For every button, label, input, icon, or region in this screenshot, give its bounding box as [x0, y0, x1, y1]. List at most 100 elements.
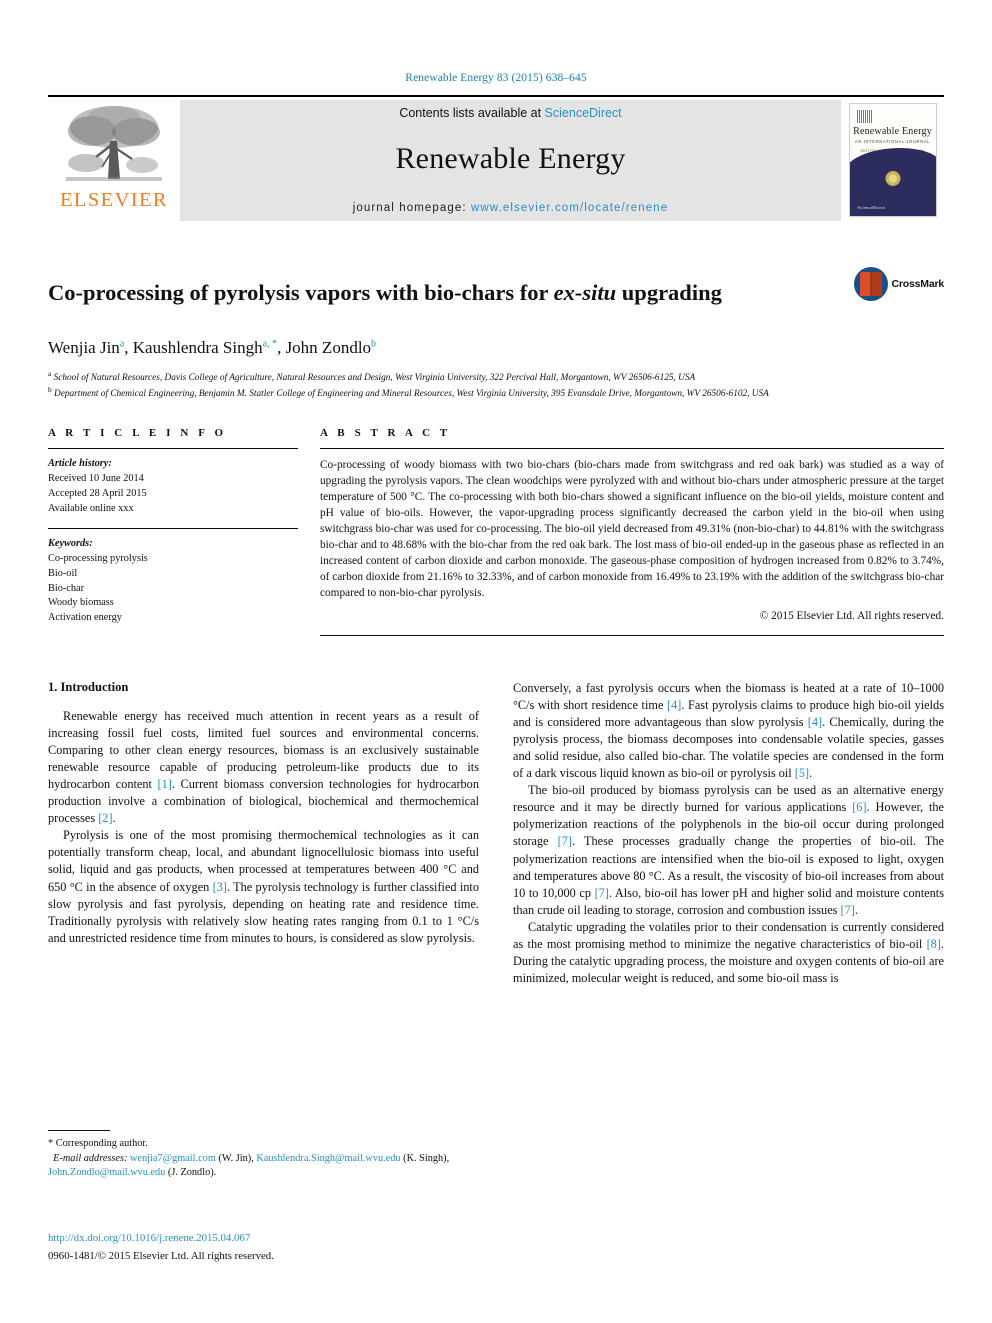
author-3: John Zondlob — [286, 338, 376, 357]
history-accepted: Accepted 28 April 2015 — [48, 487, 147, 499]
issn-copyright-line: 0960-1481/© 2015 Elsevier Ltd. All right… — [48, 1250, 274, 1262]
author-1: Wenjia Jina — [48, 338, 124, 357]
affiliation-a-mark: a — [48, 369, 52, 379]
abstract-rule — [320, 448, 944, 450]
email-owner-2: (K. Singh), — [400, 1152, 450, 1164]
citation-link[interactable]: [4] — [667, 698, 681, 712]
body-column-right: Conversely, a fast pyrolysis occurs when… — [513, 680, 944, 986]
author-2: Kaushlendra Singha, * — [133, 338, 277, 357]
email-link-3[interactable]: John.Zondlo@mail.wvu.edu — [48, 1167, 165, 1178]
article-info-heading: A R T I C L E I N F O — [48, 427, 227, 440]
email-addresses-line: E-mail addresses: wenjia7@gmail.com (W. … — [48, 1152, 486, 1181]
body-columns: 1. Introduction Renewable energy has rec… — [48, 680, 944, 986]
contents-prefix: Contents lists available at — [399, 105, 545, 120]
citation-link[interactable]: [5] — [795, 766, 809, 780]
cover-emblem-icon — [885, 171, 900, 186]
article-history-label: Article history: — [48, 458, 112, 470]
affiliation-a-text: School of Natural Resources, Davis Colle… — [53, 373, 696, 384]
author-2-marks: a, * — [262, 338, 278, 350]
running-head: Renewable Energy 83 (2015) 638–645 — [405, 72, 587, 84]
email-owner-3: (J. Zondlo). — [165, 1167, 217, 1179]
email-label: E-mail addresses: — [53, 1152, 128, 1164]
affiliation-b: b Department of Chemical Engineering, Be… — [48, 385, 944, 401]
affiliations: a School of Natural Resources, Davis Col… — [48, 369, 944, 401]
keyword-item: Woody biomass — [48, 597, 114, 609]
citation-link[interactable]: [6] — [852, 800, 866, 814]
email-link-1[interactable]: wenjia7@gmail.com — [130, 1153, 216, 1164]
title-italic-part: ex-situ — [553, 280, 617, 306]
footnote-text: * Corresponding author. E-mail addresses… — [48, 1137, 486, 1181]
cover-subtitle: AN INTERNATIONAL JOURNAL — [854, 139, 931, 144]
cover-title: Renewable Energy — [853, 126, 932, 137]
keywords-label: Keywords: — [48, 537, 93, 549]
title-main: Co-processing of pyrolysis vapors with b… — [48, 280, 554, 306]
paragraph: The bio-oil produced by biomass pyrolysi… — [513, 783, 944, 917]
info-abstract-block: A R T I C L E I N F O Article history: R… — [48, 427, 944, 637]
elsevier-wordmark: ELSEVIER — [60, 189, 168, 211]
citation-link[interactable]: [8] — [927, 937, 941, 951]
author-list: Wenjia Jina, Kaushlendra Singha, *, John… — [48, 338, 377, 358]
article-info-rule — [48, 448, 298, 450]
journal-homepage-line: journal homepage: www.elsevier.com/locat… — [353, 202, 669, 214]
abstract-column: A B S T R A C T Co-processing of woody b… — [320, 427, 944, 637]
citation-link[interactable]: [7] — [595, 886, 609, 900]
abstract-text: Co-processing of woody biomass with two … — [320, 459, 944, 600]
sciencedirect-link[interactable]: ScienceDirect — [545, 106, 622, 120]
abstract-copyright: © 2015 Elsevier Ltd. All rights reserved… — [759, 610, 944, 623]
cover-barcode-icon — [856, 110, 873, 123]
article-info-column: A R T I C L E I N F O Article history: R… — [48, 427, 298, 636]
history-available: Available online xxx — [48, 502, 134, 514]
author-3-name: John Zondlo — [285, 338, 372, 358]
title-tail: upgrading — [616, 280, 722, 306]
citation-link[interactable]: [7] — [841, 903, 855, 917]
paragraph: Catalytic upgrading the volatiles prior … — [513, 919, 944, 985]
elsevier-tree-icon — [66, 106, 162, 181]
citation-link[interactable]: [1] — [158, 777, 172, 791]
abstract-bottom-rule — [320, 635, 944, 637]
citation-link[interactable]: [3] — [213, 880, 227, 894]
title-row: Co-processing of pyrolysis vapors with b… — [48, 265, 944, 321]
keywords-list: Keywords: Co-processing pyrolysis Bio-oi… — [48, 537, 298, 627]
history-received: Received 10 June 2014 — [48, 472, 144, 484]
crossmark-label: CrossMark — [891, 278, 945, 290]
crossmark-icon — [853, 267, 888, 301]
corresponding-author-note: * Corresponding author. — [48, 1138, 148, 1149]
email-owner-1: (W. Jin), — [215, 1152, 257, 1164]
keyword-item: Activation energy — [48, 612, 122, 624]
journal-cover-thumbnail: Renewable Energy AN INTERNATIONAL JOURNA… — [841, 97, 944, 223]
footnote-block: * Corresponding author. E-mail addresses… — [48, 1130, 486, 1181]
citation-link[interactable]: [7] — [558, 834, 572, 848]
keywords-rule — [48, 527, 298, 529]
crossmark-badge[interactable]: CrossMark — [853, 267, 945, 301]
affiliation-b-text: Department of Chemical Engineering, Benj… — [54, 389, 769, 400]
affiliation-b-mark: b — [48, 385, 52, 395]
cover-image: Renewable Energy AN INTERNATIONAL JOURNA… — [848, 103, 937, 217]
doi-link[interactable]: http://dx.doi.org/10.1016/j.renene.2015.… — [48, 1232, 250, 1244]
email-link-2[interactable]: Kaushlendra.Singh@mail.wvu.edu — [256, 1153, 400, 1164]
section-heading-introduction: 1. Introduction — [48, 680, 129, 695]
abstract-heading: A B S T R A C T — [320, 427, 451, 440]
citation-link[interactable]: [4] — [808, 715, 822, 729]
journal-masthead: ELSEVIER Contents lists available at Sci… — [48, 95, 944, 223]
journal-homepage-link[interactable]: www.elsevier.com/locate/renene — [471, 202, 668, 214]
homepage-prefix: journal homepage: — [352, 201, 471, 214]
page-title: Co-processing of pyrolysis vapors with b… — [48, 280, 854, 306]
paper-page: Renewable Energy 83 (2015) 638–645 ELSEV… — [0, 0, 992, 1323]
author-2-name: Kaushlendra Singh — [132, 338, 263, 358]
cover-footer-text: ScienceDirect — [857, 205, 886, 210]
contents-available-line: Contents lists available at ScienceDirec… — [399, 106, 621, 120]
author-3-marks: b — [371, 338, 377, 350]
author-1-name: Wenjia Jin — [48, 338, 120, 358]
paragraph: Conversely, a fast pyrolysis occurs when… — [513, 681, 944, 781]
citation-link[interactable]: [2] — [98, 811, 112, 825]
paragraph: Renewable energy has received much atten… — [48, 709, 479, 826]
paragraph: Pyrolysis is one of the most promising t… — [48, 828, 480, 945]
keyword-item: Co-processing pyrolysis — [48, 552, 148, 564]
journal-title: Renewable Energy — [395, 141, 626, 175]
body-column-left: 1. Introduction Renewable energy has rec… — [48, 680, 479, 986]
footnote-rule — [48, 1130, 110, 1131]
masthead-center: Contents lists available at ScienceDirec… — [180, 100, 841, 221]
keyword-item: Bio-char — [48, 582, 85, 594]
keyword-item: Bio-oil — [48, 567, 78, 579]
publisher-logo: ELSEVIER — [48, 97, 180, 223]
